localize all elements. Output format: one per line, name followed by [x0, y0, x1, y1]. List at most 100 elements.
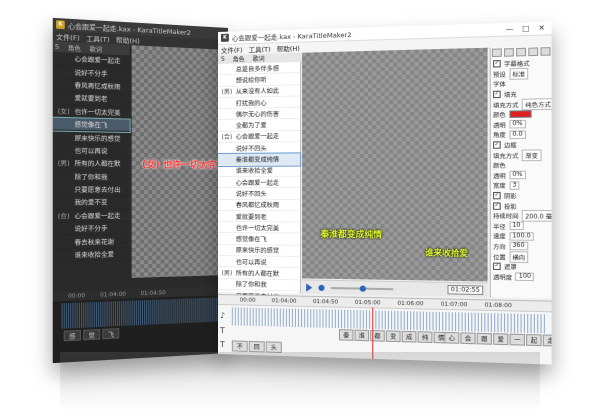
tool-icon[interactable]	[491, 48, 502, 58]
track-block[interactable]: 会	[460, 332, 476, 345]
lyric-row[interactable]: 谁来收拾全爱	[52, 247, 130, 263]
lyric-row[interactable]: 春风都忆成秋雨	[218, 199, 301, 212]
track-block[interactable]: 飞	[102, 328, 120, 340]
lyric-row[interactable]: (合) 心会跟爱一起走	[52, 209, 130, 223]
lyric-row[interactable]: 心会跟爱一起走	[218, 176, 301, 189]
track-block[interactable]: 秦	[338, 329, 354, 341]
lyric-text: 也许一切太完美	[74, 108, 121, 118]
property-value[interactable]: 纯色方式	[521, 97, 552, 111]
track-block[interactable]: 变	[385, 330, 401, 343]
property-value[interactable]: 100.0	[509, 231, 535, 241]
lyric-row[interactable]: 说好不回头	[218, 188, 301, 200]
lyric-row[interactable]: 原来快乐的感觉	[52, 130, 130, 146]
track-block[interactable]: 感	[63, 329, 81, 342]
track-block[interactable]: 回	[248, 340, 265, 353]
property-row[interactable]: 半径 10	[491, 221, 552, 232]
property-row[interactable]: 透明 0%	[491, 170, 552, 180]
lyric-row[interactable]: 感觉像在飞	[218, 233, 301, 246]
lyric-row[interactable]: 爱就要到老	[218, 210, 301, 223]
property-label: 预设	[493, 72, 506, 80]
slider-knob[interactable]	[359, 284, 366, 292]
lyric-row[interactable]: (合) 心会跟爱一起走	[218, 130, 301, 144]
lyric-row[interactable]: (男) 所有的人都在默	[52, 157, 130, 171]
property-value[interactable]: 360	[509, 242, 528, 251]
track-block[interactable]: 纯	[417, 331, 433, 344]
color-swatch[interactable]	[509, 110, 532, 119]
lyric-row[interactable]: 我的爱不变	[52, 196, 130, 210]
property-value[interactable]: 10	[509, 221, 524, 231]
property-row[interactable]: 透明 0%	[491, 119, 552, 130]
track-block[interactable]: 爱	[493, 333, 509, 346]
checkbox[interactable]: ✓	[493, 191, 501, 200]
property-row[interactable]: 填充方式 渐变	[491, 149, 552, 161]
property-value[interactable]: 横向	[509, 250, 529, 263]
back-lyric-list[interactable]: 心会跟爱一起走 说好不分手 春风再忆成秋雨 爱就要到老 (女) 也许一切太完美 感觉像在飞原…	[52, 51, 131, 263]
property-label: 方向	[493, 244, 506, 252]
lyric-text: 说好不分手	[74, 225, 108, 234]
property-value[interactable]: 100	[515, 272, 535, 282]
checkbox[interactable]: ✓	[493, 141, 501, 149]
checkbox[interactable]: ✓	[493, 90, 501, 99]
lyric-row[interactable]: 只要愿意去付出	[52, 183, 130, 197]
lyric-row[interactable]: 也可以再说	[52, 144, 130, 159]
record-icon[interactable]	[318, 284, 325, 291]
minimize-button[interactable]: —	[506, 25, 514, 34]
property-row[interactable]: 速度 100.0	[491, 231, 552, 242]
property-row[interactable]: 透明度 100	[491, 271, 552, 282]
track-block[interactable]: 不	[231, 340, 248, 352]
track-block[interactable]: 一	[509, 333, 526, 346]
lyric-row[interactable]: 也许一切太完美	[218, 222, 301, 235]
track-block[interactable]: 跟	[476, 332, 492, 345]
lyric-role	[53, 97, 75, 98]
seek-slider[interactable]	[330, 284, 394, 292]
property-value[interactable]: 0%	[509, 171, 526, 180]
tool-icon[interactable]	[540, 47, 551, 56]
lyric-row[interactable]: 除了你和我	[52, 170, 130, 184]
tool-icon[interactable]	[503, 48, 514, 57]
front-window-title: 心会跟爱一起走.kax - KaraTitleMaker2	[231, 30, 352, 43]
property-row[interactable]: 颜色	[491, 160, 552, 170]
lyric-text: 总是自多伴多感	[235, 65, 280, 74]
play-icon[interactable]	[306, 283, 313, 292]
checkbox[interactable]: ✓	[493, 202, 501, 210]
track-block[interactable]: 觉	[83, 329, 101, 341]
property-value[interactable]: 渐变	[521, 149, 542, 161]
lyric-track-a[interactable]: 秦淮都变成纯情	[338, 329, 449, 344]
lyric-row[interactable]: 秦淮都变成纯情	[218, 152, 302, 167]
track-block[interactable]: 心	[444, 331, 460, 344]
property-row[interactable]: 持续时间 200.0 毫秒	[491, 210, 552, 223]
lyric-row[interactable]: 谁来收拾全爱	[218, 165, 301, 177]
property-value[interactable]: 0%	[509, 120, 526, 129]
property-value[interactable]: 200.0 毫秒	[521, 210, 552, 223]
checkbox[interactable]: ✓	[493, 60, 501, 68]
track-block[interactable]: 淮	[354, 329, 370, 342]
lyric-track-b[interactable]: 心会跟爱一起走	[444, 331, 552, 347]
lyric-role: (男)	[221, 270, 233, 278]
property-row[interactable]: ✓ 阴影	[491, 191, 552, 201]
property-row[interactable]: 填充方式 纯色方式	[491, 97, 552, 111]
property-value[interactable]: 标准	[509, 67, 529, 80]
property-value[interactable]: 0.0	[509, 130, 526, 140]
property-value[interactable]: 3	[509, 181, 520, 190]
lyric-text: 原来快乐的感觉	[74, 134, 121, 143]
track-block[interactable]: 起	[526, 334, 542, 347]
menu-file[interactable]: 文件(F)	[221, 44, 243, 55]
property-label: 遮罩	[503, 264, 517, 272]
track-block[interactable]: 成	[401, 330, 417, 343]
maximize-button[interactable]: □	[522, 24, 529, 33]
track-block[interactable]: 走	[542, 334, 552, 347]
lyric-text: 春风再忆成秋雨	[74, 82, 121, 92]
property-row[interactable]: 角度 0.0	[491, 129, 552, 140]
front-lyric-list[interactable]: 总是自多伴多感 想说给你听 (男) 从来没有人如此 打扰我的心 偶尔无心的伤害 全都为了爱(…	[218, 61, 302, 315]
tool-icon[interactable]	[516, 47, 527, 57]
tool-icon[interactable]	[528, 47, 539, 57]
property-row[interactable]: 位置 横向	[491, 250, 552, 263]
lyric-row[interactable]: 全都为了爱	[218, 119, 301, 132]
checkbox[interactable]: ✓	[493, 262, 501, 271]
menu-help[interactable]: 帮助(H)	[277, 43, 300, 54]
close-button[interactable]: ✕	[538, 24, 545, 33]
property-row[interactable]: 宽度 3	[491, 180, 552, 190]
lyric-row[interactable]: 说好不分手	[52, 222, 130, 237]
lyric-row[interactable]: 说好不回头	[218, 142, 301, 155]
menu-tools[interactable]: 工具(T)	[249, 43, 271, 54]
